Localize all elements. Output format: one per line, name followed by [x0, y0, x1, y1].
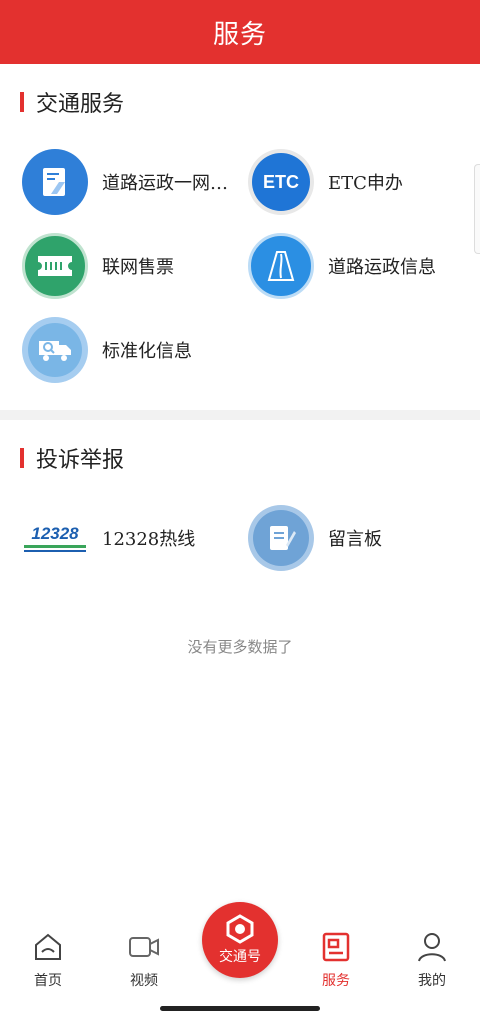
user-icon — [418, 933, 446, 962]
service-item-standardization-info[interactable]: 标准化信息 — [22, 308, 248, 392]
truck-search-icon — [22, 317, 88, 383]
logo-text: 12328 — [31, 524, 79, 543]
service-item-12328-hotline[interactable]: 12328 12328热线 — [22, 496, 248, 580]
document-road-icon — [22, 149, 88, 215]
tab-jiaotonghao[interactable]: 交通号 — [202, 902, 278, 978]
tab-home[interactable]: 首页 — [8, 930, 88, 1000]
tab-label: 交通号 — [219, 949, 261, 965]
tab-label: 服务 — [322, 973, 350, 989]
tab-label: 首页 — [34, 973, 62, 989]
section-title: 交通服务 — [36, 92, 125, 117]
complaints-section: 投诉举报 12328 12328热线 留言板 — [0, 420, 480, 580]
service-label: 留言板 — [328, 529, 382, 550]
service-document-icon — [322, 932, 350, 962]
service-label: 12328热线 — [102, 529, 196, 550]
side-pull-tab[interactable] — [474, 164, 480, 254]
ticket-icon — [22, 233, 88, 299]
traffic-services-section: 交通服务 道路运政一网… ETC ETC申办 联网售票 道路运政信息 标准化信息 — [0, 64, 480, 420]
tab-label: 视频 — [130, 973, 158, 989]
etc-icon-text: ETC — [263, 171, 299, 192]
service-label: ETC申办 — [328, 173, 403, 194]
tab-service[interactable]: 服务 — [296, 930, 376, 1000]
etc-icon: ETC — [248, 149, 314, 215]
service-item-road-transport-portal[interactable]: 道路运政一网… — [22, 140, 248, 224]
road-icon — [248, 233, 314, 299]
service-item-message-board[interactable]: 留言板 — [248, 496, 474, 580]
service-item-road-transport-info[interactable]: 道路运政信息 — [248, 224, 474, 308]
bottom-tab-bar: 首页 视频 交通号 服务 我的 — [0, 902, 480, 1016]
tab-video[interactable]: 视频 — [104, 930, 184, 1000]
video-camera-icon — [129, 937, 159, 957]
title-accent-bar — [20, 92, 24, 112]
tab-mine[interactable]: 我的 — [392, 930, 472, 1000]
tab-label: 我的 — [418, 973, 446, 989]
service-label: 道路运政一网… — [102, 173, 228, 194]
service-label: 标准化信息 — [102, 341, 192, 362]
page-title: 服务 — [212, 19, 267, 50]
section-header: 交通服务 — [0, 64, 480, 140]
camera-lens-icon — [226, 914, 254, 944]
service-item-etc[interactable]: ETC ETC申办 — [248, 140, 474, 224]
header-bar: 服务 — [0, 0, 480, 64]
hotline-12328-logo: 12328 — [22, 505, 88, 571]
message-board-icon — [248, 505, 314, 571]
section-header: 投诉举报 — [0, 420, 480, 496]
title-accent-bar — [20, 448, 24, 468]
home-indicator — [160, 1006, 320, 1011]
section-divider — [0, 410, 480, 420]
no-more-data-text: 没有更多数据了 — [187, 638, 293, 656]
section-title: 投诉举报 — [36, 448, 125, 473]
service-item-online-ticket[interactable]: 联网售票 — [22, 224, 248, 308]
home-icon — [35, 933, 61, 960]
service-label: 联网售票 — [102, 257, 174, 278]
service-label: 道路运政信息 — [328, 257, 436, 278]
